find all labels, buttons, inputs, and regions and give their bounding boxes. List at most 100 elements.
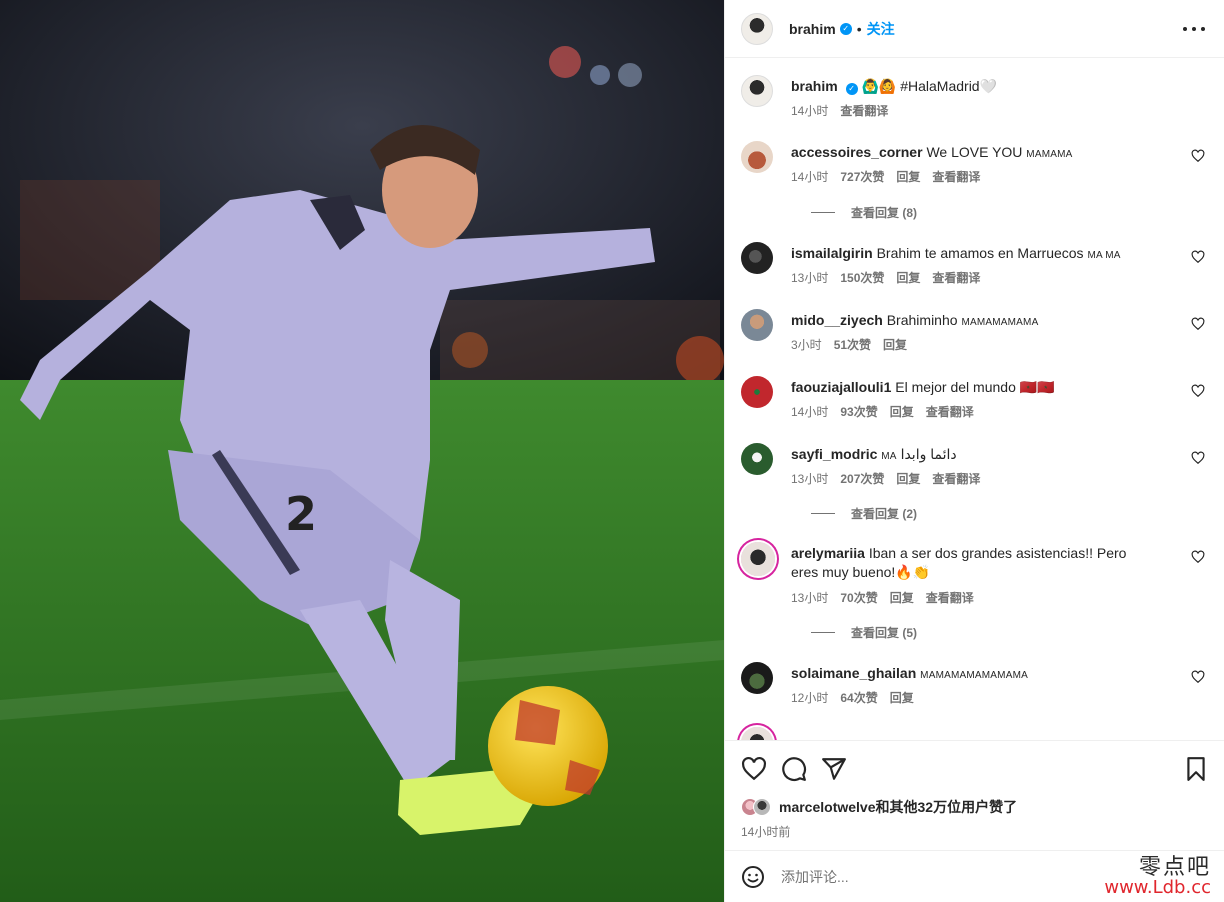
commenter-avatar[interactable]	[741, 309, 773, 341]
likes-summary[interactable]: marcelotwelve和其他32万位用户赞了	[741, 797, 1017, 817]
comment-heart-icon[interactable]	[1191, 550, 1205, 564]
commenter-avatar[interactable]	[741, 542, 775, 576]
comment-suffix: MAMAMAMAMA	[961, 317, 1039, 328]
reply-link[interactable]: 回复	[883, 336, 907, 353]
follow-button[interactable]: 关注	[867, 19, 895, 39]
comment-icon[interactable]	[781, 756, 807, 782]
comment-heart-icon[interactable]	[1191, 250, 1205, 264]
comment-username[interactable]: faouziajallouli1	[791, 379, 891, 395]
comment-input[interactable]	[781, 868, 1081, 885]
comment-item: solaimane_ghailan MAMAMAMAMAMAMA 12小时 64…	[741, 662, 1209, 712]
post-actions: marcelotwelve和其他32万位用户赞了 14小时前	[725, 740, 1224, 850]
commenter-avatar[interactable]	[741, 662, 773, 694]
caption-time: 14小时	[791, 104, 829, 118]
comment-time: 13小时	[791, 472, 829, 486]
reply-link[interactable]: 回复	[890, 589, 914, 606]
view-replies-label: 查看回复 (8)	[851, 206, 918, 220]
comment-text: El mejor del mundo 🇲🇦🇲🇦	[895, 379, 1055, 395]
more-icon	[1183, 27, 1187, 31]
translate-link[interactable]: 查看翻译	[932, 470, 980, 487]
post-time: 14小时前	[741, 825, 791, 839]
liker-username[interactable]: marcelotwelve	[779, 799, 876, 815]
commenter-avatar[interactable]	[741, 141, 773, 173]
post-side-panel: brahim ✓ • 关注 brahim ✓ 🙆‍♂️🙆 #HalaMadrid…	[724, 0, 1224, 902]
reply-link[interactable]: 回复	[896, 168, 920, 185]
like-heart-icon[interactable]	[741, 756, 767, 782]
comment-item: accessoires_corner We LOVE YOU MAMAMA 14…	[741, 141, 1209, 221]
comment-likes[interactable]: 70次赞	[840, 589, 877, 606]
commenter-avatar[interactable]	[741, 242, 773, 274]
comment-likes[interactable]: 93次赞	[840, 403, 877, 420]
comment-heart-icon[interactable]	[1191, 149, 1205, 163]
translate-link[interactable]: 查看翻译	[932, 269, 980, 286]
caption-translate-link[interactable]: 查看翻译	[840, 102, 888, 119]
comment-time: 14小时	[791, 170, 829, 184]
comment-suffix: MAMAMA	[1026, 149, 1073, 160]
bookmark-icon[interactable]	[1183, 756, 1209, 782]
view-replies-button[interactable]: 查看回复 (8)	[811, 204, 917, 221]
caption: brahim ✓ 🙆‍♂️🙆 #HalaMadrid🤍 14小时 查看翻译	[741, 75, 1209, 135]
comment-username[interactable]: arelymariia	[791, 545, 865, 561]
commenter-avatar[interactable]	[741, 376, 773, 408]
comment-time: 13小时	[791, 271, 829, 285]
comment-likes[interactable]: 51次赞	[834, 336, 871, 353]
comment-item-partial	[741, 727, 1209, 740]
comment-heart-icon[interactable]	[1191, 317, 1205, 331]
translate-link[interactable]: 查看翻译	[926, 589, 974, 606]
commenter-avatar[interactable]	[741, 727, 773, 740]
watermark-cn: 零点吧	[1138, 855, 1211, 881]
comment-suffix: MA MA	[1087, 250, 1121, 261]
comment-item: faouziajallouli1 El mejor del mundo 🇲🇦🇲🇦…	[741, 376, 1209, 426]
translate-link[interactable]: 查看翻译	[926, 403, 974, 420]
comment-item: arelymariia Iban a ser dos grandes asist…	[741, 542, 1209, 642]
post-photo[interactable]: 2	[0, 0, 724, 902]
emoji-icon[interactable]	[741, 865, 765, 889]
view-replies-button[interactable]: 查看回复 (2)	[811, 505, 917, 522]
comment-suffix: MAMAMAMAMAMAMA	[920, 670, 1028, 681]
more-options-button[interactable]	[1183, 18, 1205, 40]
comment-composer: 零点吧 www.Ldb.cc	[725, 850, 1224, 902]
caption-text: 🙆‍♂️🙆 #HalaMadrid🤍	[861, 78, 998, 94]
translate-link[interactable]: 查看翻译	[932, 168, 980, 185]
likes-count-text[interactable]: 和其他32万位用户赞了	[876, 799, 1018, 815]
comment-suffix: MA	[881, 451, 897, 462]
watermark-url: www.Ldb.cc	[1104, 877, 1211, 899]
comment-item: ismailalgirin Brahim te amamos en Marrue…	[741, 242, 1209, 292]
author-avatar[interactable]	[741, 12, 773, 45]
comment-likes[interactable]: 207次赞	[840, 470, 884, 487]
reply-link[interactable]: 回复	[896, 470, 920, 487]
comment-text: دائما وابدا	[900, 446, 957, 462]
reply-link[interactable]: 回复	[896, 269, 920, 286]
reply-link[interactable]: 回复	[890, 403, 914, 420]
comment-heart-icon[interactable]	[1191, 451, 1205, 465]
comment-likes[interactable]: 64次赞	[840, 689, 877, 706]
comment-likes[interactable]: 727次赞	[840, 168, 884, 185]
comment-username[interactable]: mido__ziyech	[791, 312, 883, 328]
view-replies-button[interactable]: 查看回复 (5)	[811, 624, 917, 641]
header-separator: •	[856, 20, 862, 37]
comments-list[interactable]: brahim ✓ 🙆‍♂️🙆 #HalaMadrid🤍 14小时 查看翻译 ac…	[725, 59, 1224, 740]
commenter-avatar[interactable]	[741, 443, 773, 475]
comment-time: 3小时	[791, 338, 822, 352]
comment-time: 14小时	[791, 405, 829, 419]
comment-likes[interactable]: 150次赞	[840, 269, 884, 286]
comment-username[interactable]: solaimane_ghailan	[791, 665, 916, 681]
caption-username[interactable]: brahim	[791, 78, 838, 94]
comment-heart-icon[interactable]	[1191, 670, 1205, 684]
comment-username[interactable]: accessoires_corner	[791, 144, 923, 160]
comment-heart-icon[interactable]	[1191, 384, 1205, 398]
share-icon[interactable]	[821, 756, 847, 782]
comment-time: 13小时	[791, 591, 829, 605]
reply-link[interactable]: 回复	[890, 689, 914, 706]
comment-text: Brahim te amamos en Marruecos	[876, 245, 1084, 261]
comment-username[interactable]: ismailalgirin	[791, 245, 873, 261]
comment-username[interactable]: sayfi_modric	[791, 446, 877, 462]
post-header: brahim ✓ • 关注	[725, 0, 1224, 58]
site-watermark: 零点吧 www.Ldb.cc	[1104, 856, 1211, 898]
verified-icon: ✓	[839, 22, 852, 35]
caption-avatar[interactable]	[741, 75, 773, 107]
author-username[interactable]: brahim	[789, 21, 836, 37]
view-replies-label: 查看回复 (5)	[851, 626, 918, 640]
comment-text: Brahiminho	[886, 312, 958, 328]
svg-text:2: 2	[285, 487, 317, 541]
